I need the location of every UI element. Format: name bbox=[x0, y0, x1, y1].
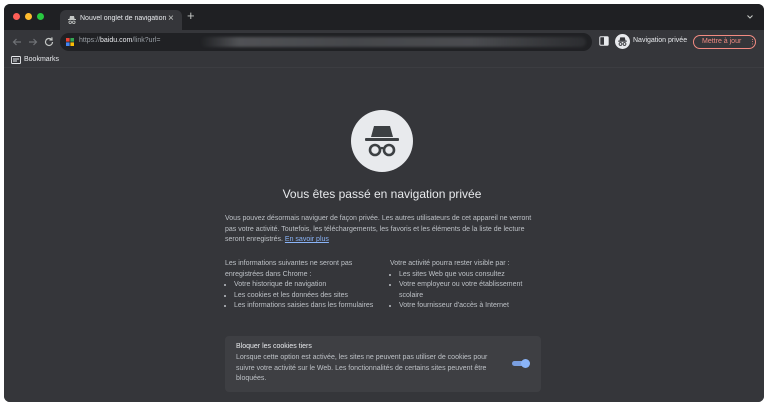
not-saved-column: Les informations suivantes ne seront pas… bbox=[225, 259, 385, 312]
incognito-avatar-icon[interactable] bbox=[615, 34, 630, 49]
url-redacted-area bbox=[200, 37, 586, 47]
new-tab-button[interactable]: + bbox=[187, 9, 195, 23]
cookies-description: Lorsque cette option est activée, les si… bbox=[236, 354, 488, 382]
intro-paragraph: Vous pouvez désormais naviguer de façon … bbox=[225, 214, 541, 246]
minimize-window-button[interactable] bbox=[25, 13, 32, 20]
not-saved-list: Votre historique de navigation Les cooki… bbox=[225, 280, 385, 312]
list-item: Votre historique de navigation bbox=[234, 280, 385, 291]
url-path: /link?url= bbox=[132, 37, 161, 44]
side-panel-icon[interactable] bbox=[599, 36, 609, 46]
maximize-window-button[interactable] bbox=[37, 13, 44, 20]
list-item: Votre employeur ou votre établissement s… bbox=[399, 280, 542, 301]
toggle-knob bbox=[521, 359, 530, 368]
tab-search-chevron-icon[interactable] bbox=[746, 13, 754, 21]
not-saved-title: Les informations suivantes ne seront pas… bbox=[225, 260, 353, 278]
list-item: Les sites Web que vous consultez bbox=[399, 270, 542, 281]
tab-title: Nouvel onglet de navigation pr bbox=[80, 15, 168, 22]
update-button[interactable]: Mettre à jour ⋮ bbox=[693, 35, 756, 49]
visible-to-list: Les sites Web que vous consultez Votre e… bbox=[390, 270, 542, 312]
tab-incognito-new-tab[interactable]: Nouvel onglet de navigation pr × bbox=[60, 10, 182, 30]
visible-to-title: Votre activité pourra rester visible par… bbox=[390, 260, 510, 267]
intro-text: Vous pouvez désormais naviguer de façon … bbox=[225, 215, 532, 243]
site-favicon-icon bbox=[66, 38, 74, 46]
bookmarks-bar: Bookmarks bbox=[4, 54, 764, 68]
close-window-button[interactable] bbox=[13, 13, 20, 20]
tab-close-icon[interactable]: × bbox=[168, 13, 174, 24]
toolbar: https://baidu.com/link?url= Navigation p… bbox=[4, 30, 764, 54]
back-icon[interactable] bbox=[10, 35, 24, 49]
bookmarks-folder[interactable]: Bookmarks bbox=[24, 56, 59, 63]
learn-more-link[interactable]: En savoir plus bbox=[285, 236, 329, 243]
list-item: Les informations saisies dans les formul… bbox=[234, 301, 385, 312]
page-title: Vous êtes passé en navigation privée bbox=[282, 187, 482, 201]
block-cookies-toggle[interactable] bbox=[512, 359, 530, 368]
incognito-icon bbox=[68, 16, 76, 24]
address-bar[interactable]: https://baidu.com/link?url= bbox=[60, 33, 592, 51]
third-party-cookies-card: Bloquer les cookies tiers Lorsque cette … bbox=[225, 336, 541, 392]
url-domain: baidu.com bbox=[100, 37, 133, 44]
bookmarks-folder-icon bbox=[11, 56, 21, 64]
cookies-title: Bloquer les cookies tiers bbox=[236, 343, 312, 350]
list-item: Les cookies et les données des sites bbox=[234, 291, 385, 302]
forward-icon[interactable] bbox=[26, 35, 40, 49]
incognito-spy-icon bbox=[365, 126, 399, 157]
incognito-new-tab-page: Vous êtes passé en navigation privée Vou… bbox=[4, 68, 764, 402]
update-button-label: Mettre à jour bbox=[702, 38, 742, 45]
incognito-logo bbox=[351, 110, 413, 172]
list-item: Votre fournisseur d'accès à Internet bbox=[399, 301, 542, 312]
incognito-label[interactable]: Navigation privée bbox=[633, 37, 687, 44]
url-prefix: https:// bbox=[79, 37, 101, 44]
browser-window: Nouvel onglet de navigation pr × + https… bbox=[4, 4, 764, 402]
more-menu-icon[interactable]: ⋮ bbox=[749, 38, 756, 46]
tab-strip: Nouvel onglet de navigation pr × + bbox=[4, 4, 764, 30]
reload-icon[interactable] bbox=[42, 35, 56, 49]
url-text: https://baidu.com/link?url= bbox=[79, 37, 161, 44]
visible-to-column: Votre activité pourra rester visible par… bbox=[390, 259, 542, 312]
